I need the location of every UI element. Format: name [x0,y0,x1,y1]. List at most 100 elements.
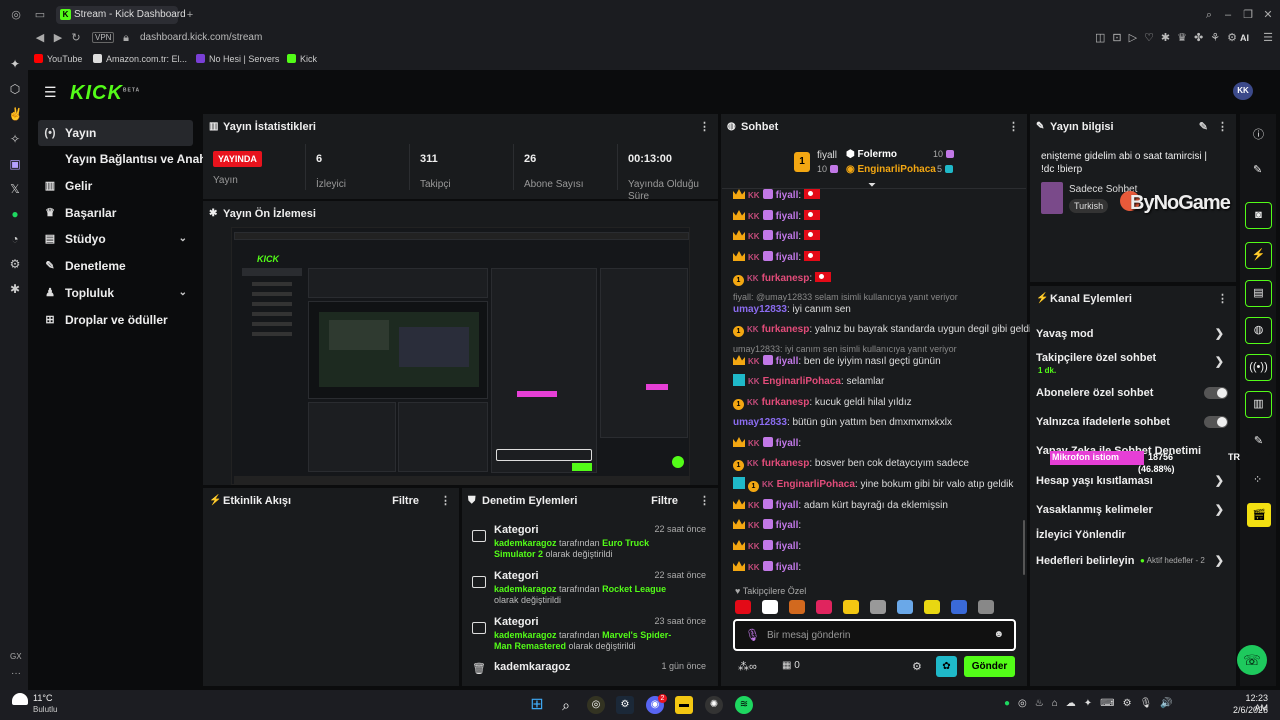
chat-username[interactable]: fiyall [776,252,799,263]
emote-icon[interactable] [978,600,994,614]
chat-username[interactable]: fiyall [776,520,799,531]
events-filter-button[interactable]: Filtre [392,488,419,514]
chat-username[interactable]: furkanesp [762,397,810,408]
spotify-icon[interactable]: ≋ [735,696,753,714]
back-icon[interactable]: ◀ [34,31,46,45]
more-options-icon[interactable]: ⋮ [1217,286,1228,312]
sidebar-item-basarilar[interactable]: ♛ Başarılar [38,200,193,226]
rail-broadcast-button[interactable]: ((•)) [1245,354,1272,381]
top-gifter-3[interactable]: ◉ EnginarliPohaca [846,164,936,175]
raid-row[interactable]: İzleyici Yönlendir [1036,524,1228,546]
system-tray-icons[interactable]: ●◎♨⌂☁✦⌨⚙🎙︎🔊 [1004,698,1181,709]
edit-icon[interactable]: ✎ [1253,163,1262,176]
chat-username[interactable]: EnginarliPohaca [763,376,841,387]
minimize-icon[interactable]: – [1222,8,1234,22]
followers-chat-row[interactable]: Takipçilere özel sohbet ❯ [1036,348,1228,370]
chat-username[interactable]: fiyall [776,356,799,367]
rail-mod-button[interactable]: ▥ [1245,391,1272,418]
vpn-badge[interactable]: VPN [92,32,115,43]
reload-icon[interactable]: ↻ [70,31,82,45]
sidebar-item-yayin[interactable]: (•) Yayın [38,120,193,146]
edit-icon[interactable]: ✎ [1199,114,1208,140]
bookmark-kick[interactable]: Kick [287,54,317,64]
forward-icon[interactable]: ▶ [52,31,64,45]
rail-wrench-button[interactable]: ✎ [1245,428,1272,455]
windows-start-icon[interactable]: ⊞ [528,696,546,714]
settings-icon[interactable]: ⚙ [912,660,922,673]
extension-icons[interactable]: ◫⊡▷♡✱♛✤⚘⚙ [1095,31,1244,44]
game-icon[interactable]: ✺ [705,696,723,714]
emote-icon[interactable] [816,600,832,614]
bookmark-amazon[interactable]: Amazon.com.tr: El... [93,54,187,64]
weather-temp[interactable]: 11°C [33,693,52,703]
steam-icon[interactable]: ⚙ [616,696,634,714]
menu-icon[interactable]: ☰ [1262,31,1274,45]
chat-username[interactable]: furkanesp [762,273,810,284]
slow-mode-row[interactable]: Yavaş mod ❯ [1036,323,1228,345]
emote-only-row[interactable]: Yalnızca ifadelerle sohbet [1036,411,1228,433]
chat-input[interactable]: 🎙︎ Bir mesaj gönderin ☻ [733,619,1016,651]
chat-username[interactable]: umay12833 [733,304,787,315]
subscribers-chat-row[interactable]: Abonelere özel sohbet [1036,382,1228,404]
top-gifter-2[interactable]: ⬢ Folermo [846,149,897,160]
more-options-icon[interactable]: ⋮ [699,488,710,514]
chat-username[interactable]: fiyall [776,231,799,242]
search-icon[interactable]: ⌕ [557,696,575,714]
bookmark-youtube[interactable]: YouTube [34,54,82,64]
emote-bar[interactable] [735,600,1020,616]
subscribers-chat-toggle[interactable] [1204,387,1228,399]
banned-words-row[interactable]: Yasaklanmış kelimeler ❯ [1036,499,1228,521]
browser-tab[interactable]: K Stream - Kick Dashboard [56,6,186,24]
sidebar-item-topluluk[interactable]: ♟ Topluluk ⌄ [38,280,193,306]
chat-username[interactable]: fiyall [776,500,799,511]
moderation-filter-button[interactable]: Filtre [651,488,678,514]
more-options-icon[interactable]: ⋮ [1217,114,1228,140]
rail-lightning-button[interactable]: ⚡ [1245,242,1272,269]
rail-chat-button[interactable]: ◍ [1245,317,1272,344]
send-button[interactable]: Gönder [964,656,1015,677]
emote-icon[interactable] [735,600,751,614]
avatar[interactable]: KK [1233,82,1253,100]
expand-gifters-icon[interactable]: ⏷ [868,180,876,191]
top-gifter-1[interactable]: fiyall [817,150,837,161]
rail-apps-icon[interactable]: ⁘ [1253,473,1262,486]
url-field[interactable]: dashboard.kick.com/stream [140,32,262,43]
emoji-icon[interactable]: ☻ [993,629,1004,640]
rail-notes-button[interactable]: ▤ [1245,280,1272,307]
chat-username[interactable]: EnginarliPohaca [777,479,855,490]
emote-icon[interactable] [789,600,805,614]
sidebar-item-droplar[interactable]: ⊞ Droplar ve ödüller [38,307,193,333]
opera-sidebar-icons[interactable]: ✦ ⬡ ✌ ✧ ▣ 𝕏 ● ◔ ⚙ ✱ [8,52,23,302]
chat-username[interactable]: fiyall [776,211,799,222]
more-options-icon[interactable]: ⋮ [699,114,710,140]
file-explorer-icon[interactable]: ▬ [675,696,693,714]
rail-camera-button[interactable]: ◙ [1245,202,1272,229]
sidebar-item-studyo[interactable]: ▤ Stüdyo ⌄ [38,226,193,252]
kick-logo[interactable]: KICKBETA [70,82,140,105]
emote-icon[interactable] [762,600,778,614]
rail-clip-button[interactable]: 🎬︎ [1247,503,1271,527]
more-options-icon[interactable]: ⋮ [440,488,451,514]
tab-list-icon[interactable]: ▭ [33,8,47,22]
chat-username[interactable]: furkanesp [762,458,810,469]
hamburger-icon[interactable]: ☰ [44,84,57,101]
support-chat-icon[interactable]: ☏ [1237,645,1267,675]
more-options-icon[interactable]: ⋮ [1008,114,1019,140]
microphone-icon[interactable]: 🎙︎ [745,628,760,642]
chat-username[interactable]: fiyall [776,438,799,449]
emote-only-toggle[interactable] [1204,416,1228,428]
opera-logo-icon[interactable]: ◎ [9,8,23,22]
emote-icon[interactable] [843,600,859,614]
stream-preview-video[interactable]: KICK [231,227,690,485]
bookmark-nohesi[interactable]: No Hesi | Servers [196,54,279,64]
ai-button[interactable]: AI [1240,33,1249,43]
emote-icon[interactable] [870,600,886,614]
chat-scrollbar[interactable] [1023,520,1025,575]
goals-row[interactable]: Hedefleri belirleyin ● Aktif hedefler - 2… [1036,550,1228,572]
sidebar-item-gelir[interactable]: ▥ Gelir [38,173,193,199]
account-age-row[interactable]: Hesap yaşı kısıtlaması ❯ [1036,470,1228,492]
chat-username[interactable]: fiyall [776,190,799,201]
more-icon[interactable]: ··· [11,668,21,679]
emote-icon[interactable] [897,600,913,614]
sidebar-item-denetleme[interactable]: ✎ Denetleme [38,253,193,279]
